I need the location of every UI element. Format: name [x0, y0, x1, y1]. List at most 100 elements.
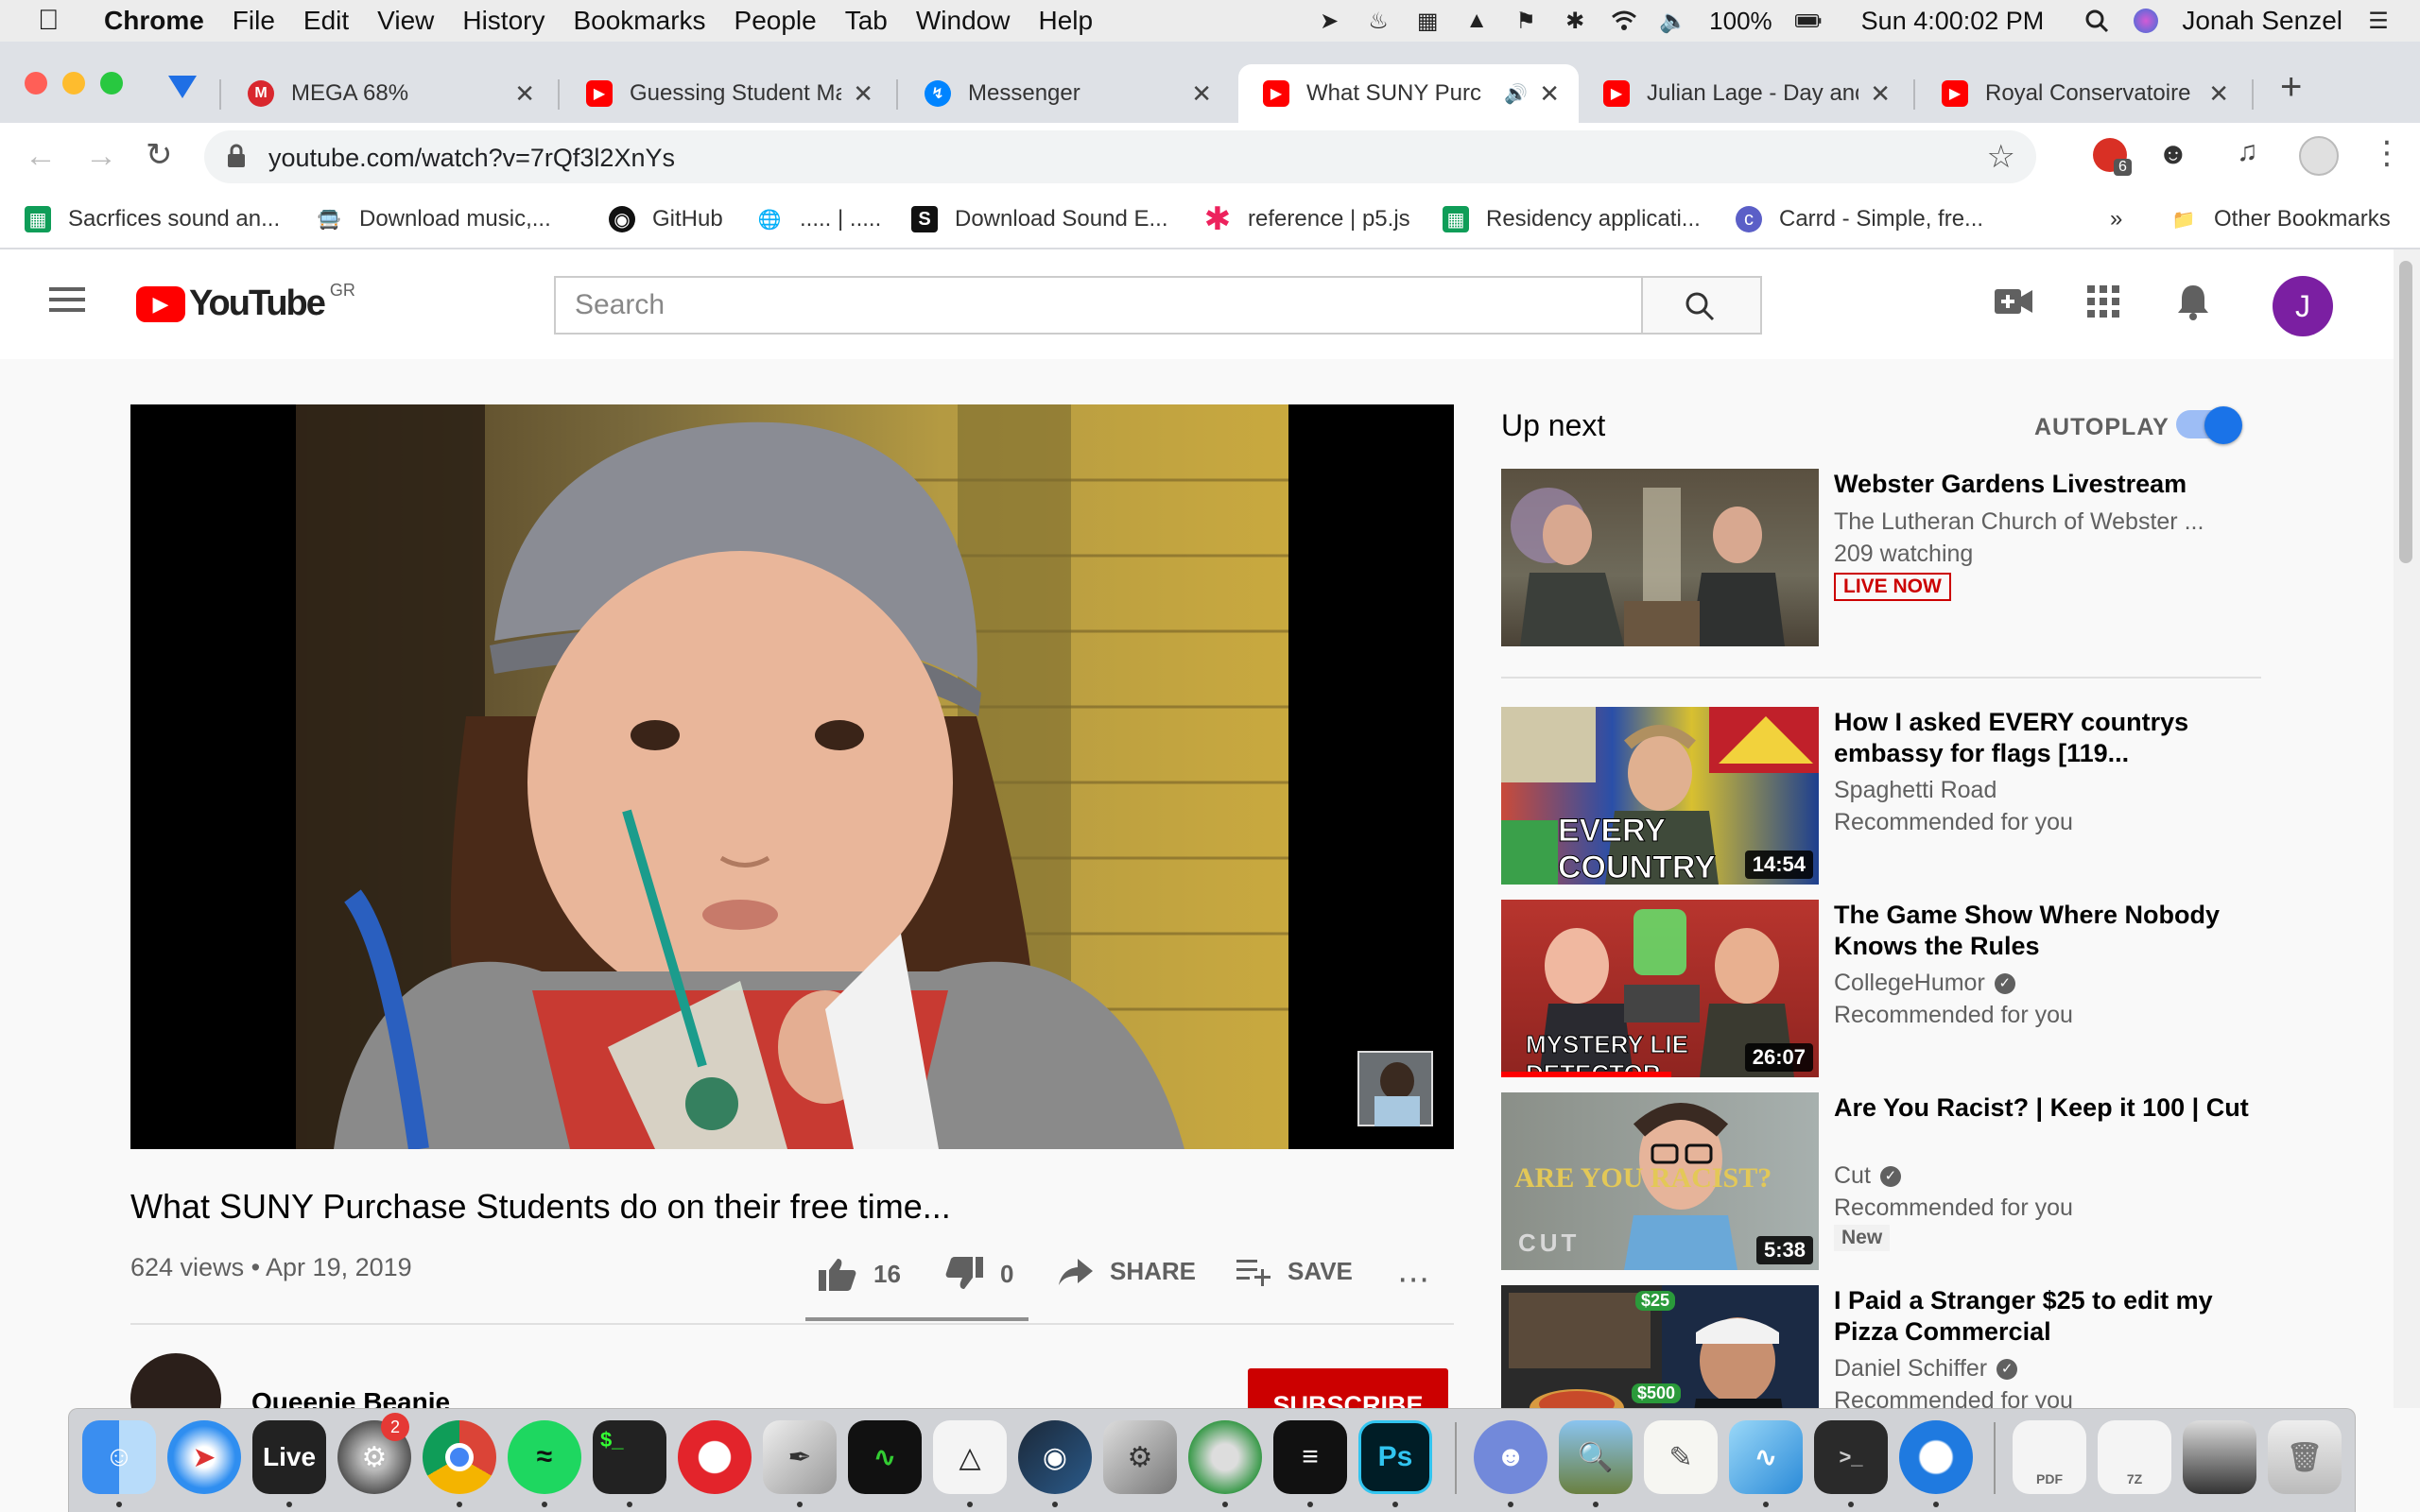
notifications-bell-icon[interactable] [2176, 284, 2210, 326]
terminal-icon[interactable]: $_ [593, 1420, 666, 1494]
menu-view[interactable]: View [377, 6, 434, 36]
bookmark-item[interactable]: ▦ Residency applicati... [1443, 206, 1701, 232]
safari-icon[interactable]: ➤ [167, 1420, 241, 1494]
preview-icon[interactable]: 🔍 [1559, 1420, 1633, 1494]
steam-icon[interactable]: ◉ [1018, 1420, 1092, 1494]
volume-icon[interactable]: 🔈 [1659, 8, 1687, 34]
apple-menu-icon[interactable]:  [38, 5, 76, 37]
7z-archive-icon[interactable]: 7Z [2098, 1420, 2171, 1494]
extension-tab-icon[interactable] [166, 72, 199, 104]
pdf-file-icon[interactable]: PDF [2013, 1420, 2086, 1494]
recommendation-channel[interactable]: Daniel Schiffer ✓ [1834, 1355, 2018, 1383]
menu-file[interactable]: File [233, 6, 275, 36]
spotlight-search-icon[interactable] [2083, 8, 2110, 34]
tab-guessing-student[interactable]: ▶ Guessing Student Ma ✕ [562, 64, 892, 123]
profile-avatar-icon[interactable] [2299, 136, 2339, 176]
window-close-button[interactable] [25, 72, 47, 94]
recommendation-channel[interactable]: Cut ✓ [1834, 1162, 1901, 1190]
recommendation-card[interactable]: EVERY COUNTRY 14:54 How I asked EVERY co… [1501, 707, 2257, 886]
menu-app-name[interactable]: Chrome [104, 6, 204, 36]
account-avatar[interactable]: J [2273, 276, 2333, 336]
layout-icon[interactable]: ▦ [1414, 8, 1441, 34]
siri-icon[interactable] [2133, 8, 2159, 34]
search-button[interactable] [1641, 276, 1762, 335]
menu-bookmarks[interactable]: Bookmarks [573, 6, 705, 36]
hat-icon[interactable]: ▲ [1463, 8, 1490, 34]
dislike-button[interactable]: 0 [945, 1257, 1013, 1291]
create-video-icon[interactable] [1995, 287, 2032, 320]
close-icon[interactable]: ✕ [1191, 79, 1212, 109]
bookmark-item[interactable]: 🚍 Download music,... [316, 206, 551, 232]
search-input[interactable]: Search [554, 276, 1643, 335]
close-icon[interactable]: ✕ [853, 79, 873, 109]
menu-clock[interactable]: Sun 4:00:02 PM [1861, 7, 2045, 36]
ableton-live-icon[interactable]: Live [252, 1420, 326, 1494]
battery-icon[interactable] [1794, 8, 1822, 34]
menu-history[interactable]: History [462, 6, 544, 36]
video-thumbnail[interactable] [1501, 469, 1819, 646]
media-controls-icon[interactable]: ♫ [2237, 136, 2258, 168]
dolphin-icon[interactable]: ∿ [1729, 1420, 1803, 1494]
save-button[interactable]: SAVE [1236, 1257, 1353, 1286]
recommendation-title[interactable]: Are You Racist? | Keep it 100 | Cut [1834, 1092, 2250, 1124]
flame-icon[interactable]: ♨ [1365, 8, 1392, 34]
wifi-icon[interactable] [1611, 8, 1637, 34]
quicktime-icon[interactable] [1899, 1420, 1973, 1494]
new-tab-button[interactable]: + [2280, 66, 2302, 109]
trash-icon[interactable]: 🗑 [2268, 1420, 2342, 1494]
bookmark-item[interactable]: c Carrd - Simple, fre... [1736, 206, 1983, 232]
menu-user-name[interactable]: Jonah Senzel [2182, 6, 2342, 36]
text-editor-icon[interactable]: ≡ [1273, 1420, 1347, 1494]
like-button[interactable]: 16 [819, 1257, 901, 1291]
bookmark-star-icon[interactable]: ☆ [1987, 138, 2015, 176]
recommendation-title[interactable]: Webster Gardens Livestream [1834, 469, 2250, 500]
photoshop-icon[interactable]: Ps [1358, 1420, 1432, 1494]
recommendation-channel[interactable]: Spaghetti Road [1834, 777, 1996, 804]
spotify-icon[interactable]: ≈ [508, 1420, 581, 1494]
other-bookmarks[interactable]: 📁 Other Bookmarks [2170, 206, 2391, 232]
reaper-icon[interactable] [1188, 1420, 1262, 1494]
recommendation-channel[interactable]: CollegeHumor ✓ [1834, 970, 2015, 997]
menu-window[interactable]: Window [916, 6, 1011, 36]
opera-icon[interactable] [678, 1420, 752, 1494]
chrome-icon[interactable] [423, 1420, 496, 1494]
video-player[interactable] [130, 404, 1454, 1149]
video-thumbnail[interactable]: ARE YOU RACIST? CUT 5:38 [1501, 1092, 1819, 1270]
more-actions-icon[interactable]: ⋯ [1397, 1261, 1431, 1298]
tab-messenger[interactable]: ↯ Messenger ✕ [900, 64, 1231, 123]
window-maximize-button[interactable] [100, 72, 123, 94]
window-minimize-button[interactable] [62, 72, 85, 94]
bookmark-item[interactable]: ▦ Sacrfices sound an... [25, 206, 280, 232]
recommendation-title[interactable]: The Game Show Where Nobody Knows the Rul… [1834, 900, 2250, 962]
send-icon[interactable]: ➤ [1316, 8, 1342, 34]
audio-playing-icon[interactable]: 🔊 [1504, 82, 1528, 106]
tab-royal-conservatoire[interactable]: ▶ Royal Conservatoire o ✕ [1917, 64, 2248, 123]
recommendation-card[interactable]: ARE YOU RACIST? CUT 5:38 Are You Racist?… [1501, 1092, 2257, 1272]
textedit-icon[interactable]: ✎ [1644, 1420, 1718, 1494]
hamburger-menu-icon[interactable] [49, 285, 85, 318]
youtube-logo[interactable]: ▶ YouTube GR [136, 281, 355, 324]
forward-button[interactable]: → [85, 138, 117, 175]
video-thumbnail[interactable]: MYSTERY LIE DETECTOR 26:07 [1501, 900, 1819, 1077]
menu-help[interactable]: Help [1038, 6, 1093, 36]
recommendation-title[interactable]: I Paid a Stranger $25 to edit my Pizza C… [1834, 1285, 2250, 1348]
autoplay-toggle-knob[interactable] [2204, 406, 2242, 444]
automator-icon[interactable]: ⚙ [1103, 1420, 1177, 1494]
reload-button[interactable]: ↻ [146, 136, 173, 174]
flag-us-icon[interactable]: ⚑ [1512, 8, 1539, 34]
bookmark-item[interactable]: 🌐..... | ..... [756, 206, 882, 232]
tab-what-suny-active[interactable]: ▶ What SUNY Purc 🔊 ✕ [1238, 64, 1579, 123]
back-button[interactable]: ← [25, 138, 57, 175]
subscribe-button[interactable]: SUBSCRIBE [1248, 1368, 1448, 1408]
video-thumbnail[interactable]: EVERY COUNTRY 14:54 [1501, 707, 1819, 885]
close-icon[interactable]: ✕ [1870, 79, 1891, 109]
recommendation-card[interactable]: $25 $500 I Paid a Stranger $25 to edit m… [1501, 1285, 2257, 1408]
address-bar[interactable]: youtube.com/watch?v=7rQf3l2XnYs ☆ [204, 130, 2036, 183]
close-icon[interactable]: ✕ [514, 79, 535, 109]
apps-grid-icon[interactable] [2087, 285, 2119, 322]
bluetooth-icon[interactable]: ✱ [1562, 8, 1588, 34]
lock-icon[interactable] [227, 144, 246, 173]
recommendation-title[interactable]: How I asked EVERY countrys embassy for f… [1834, 707, 2250, 769]
bookmark-item[interactable]: ◉ GitHub [609, 206, 723, 232]
video-thumbnail[interactable]: $25 $500 [1501, 1285, 1819, 1408]
